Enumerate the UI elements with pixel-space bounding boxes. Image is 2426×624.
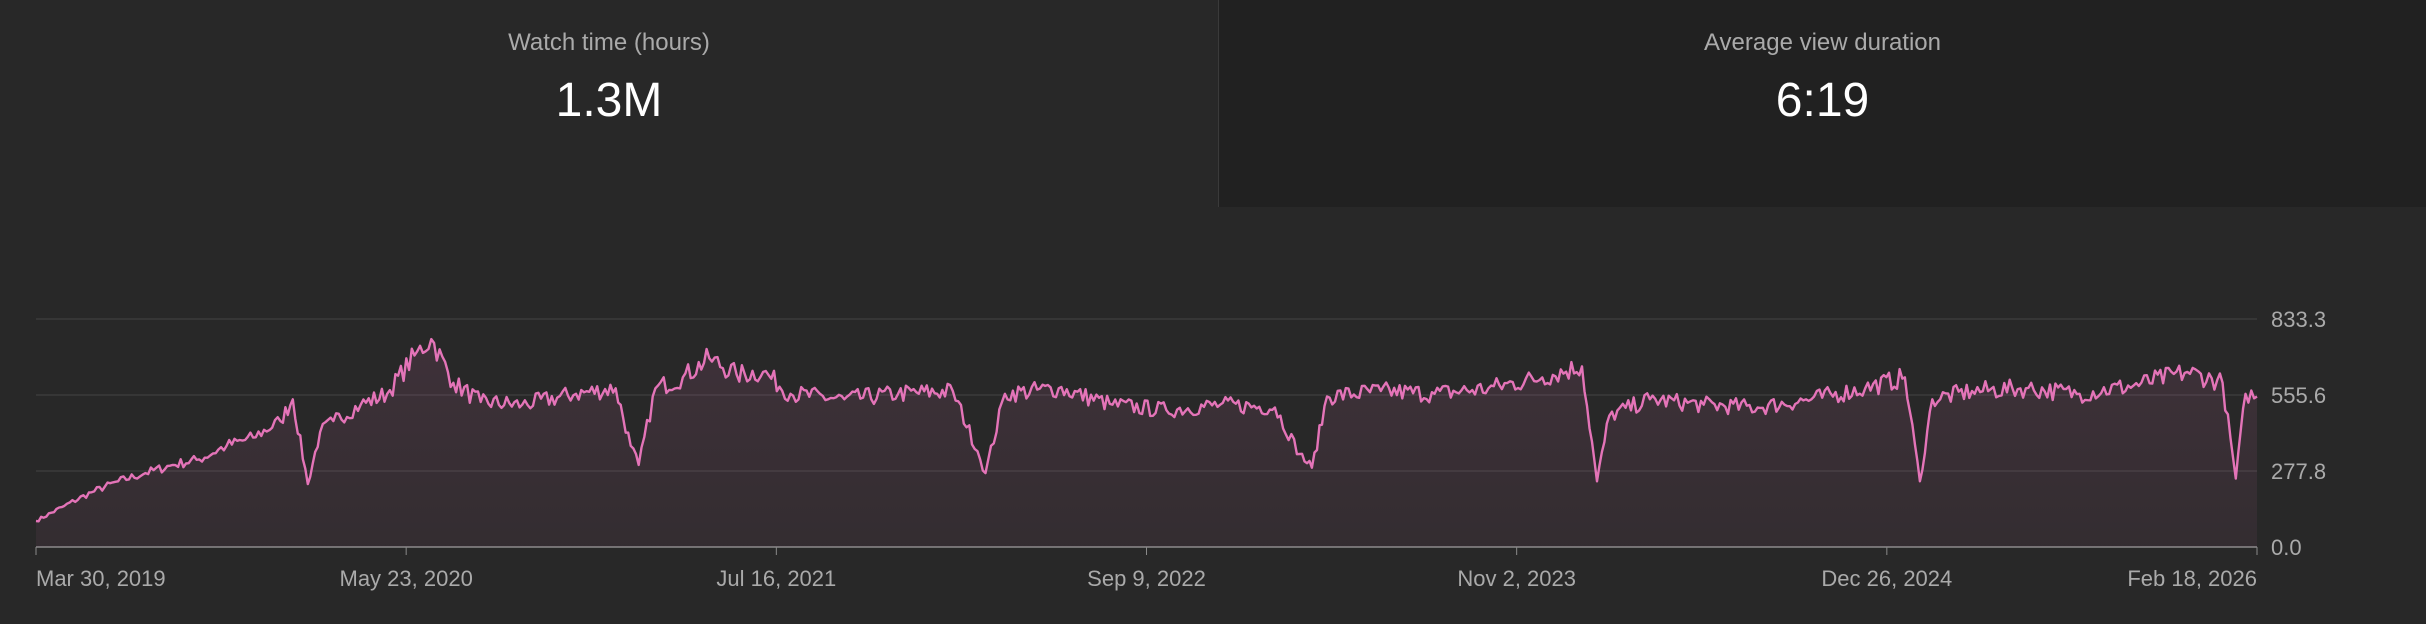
watch-time-value: 1.3M [555, 74, 663, 127]
average-view-duration-value: 6:19 [1775, 74, 1870, 127]
y-tick-label: 0.0 [2271, 535, 2302, 560]
x-tick-label: Jul 16, 2021 [716, 566, 836, 591]
x-tick-label: Nov 2, 2023 [1457, 566, 1576, 591]
y-tick-label: 833.3 [2271, 307, 2326, 332]
watch-time-card[interactable]: Watch time (hours) 1.3M [0, 0, 1218, 207]
x-tick-label: Feb 18, 2026 [2127, 566, 2257, 591]
watch-time-label: Watch time (hours) [508, 29, 710, 56]
series-area [36, 339, 2257, 547]
x-tick-label: Sep 9, 2022 [1087, 566, 1206, 591]
x-tick-label: Dec 26, 2024 [1821, 566, 1952, 591]
metrics-row: Watch time (hours) 1.3M Average view dur… [0, 0, 2426, 207]
y-tick-label: 277.8 [2271, 459, 2326, 484]
x-tick-label: May 23, 2020 [340, 566, 473, 591]
average-view-duration-card[interactable]: Average view duration 6:19 [1218, 0, 2426, 207]
y-tick-label: 555.6 [2271, 383, 2326, 408]
average-view-duration-label: Average view duration [1703, 29, 1942, 56]
x-tick-label: Mar 30, 2019 [36, 566, 166, 591]
watch-time-chart[interactable]: 833.3 555.6 277.8 0.0 Mar 30, 2019 May 23, 20… [0, 207, 2426, 624]
